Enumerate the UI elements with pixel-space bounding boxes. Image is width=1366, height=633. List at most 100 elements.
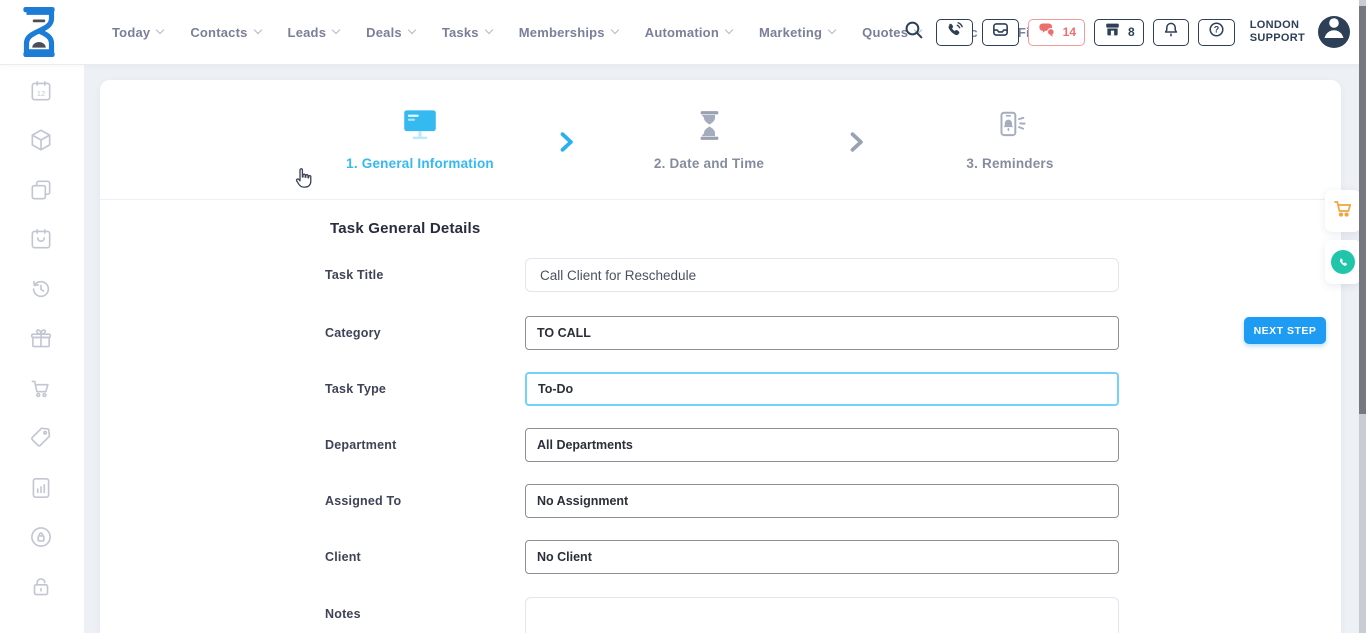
step-general-information[interactable]: 1. General Information bbox=[290, 104, 550, 171]
nav-item-today[interactable]: Today bbox=[112, 25, 163, 40]
search-icon bbox=[903, 19, 924, 45]
user-lock-icon[interactable] bbox=[28, 524, 54, 550]
avatar[interactable] bbox=[1318, 16, 1350, 48]
nav-label: Contacts bbox=[190, 25, 247, 40]
step-date-and-time[interactable]: 2. Date and Time bbox=[579, 104, 839, 171]
lock-icon[interactable] bbox=[28, 574, 54, 600]
chevron-down-icon bbox=[828, 26, 836, 34]
chevron-down-icon bbox=[408, 26, 416, 34]
chevron-down-icon bbox=[725, 26, 733, 34]
calendar-icon[interactable]: 12 bbox=[28, 78, 54, 104]
scrollbar-track[interactable] bbox=[1359, 0, 1366, 633]
app-logo[interactable] bbox=[16, 7, 62, 57]
notes-label: Notes bbox=[325, 597, 515, 631]
nav-label: Leads bbox=[288, 25, 327, 40]
monitor-icon bbox=[290, 104, 550, 146]
nav-item-contacts[interactable]: Contacts bbox=[190, 25, 260, 40]
search-button[interactable] bbox=[901, 19, 927, 45]
form-row-task-type: Task Type bbox=[100, 372, 1341, 406]
calls-button[interactable] bbox=[936, 19, 973, 46]
shop-count-badge: 8 bbox=[1128, 25, 1135, 39]
cart-icon bbox=[1332, 198, 1354, 225]
history-icon[interactable] bbox=[28, 276, 54, 302]
nav-item-tasks[interactable]: Tasks bbox=[442, 25, 492, 40]
assigned-to-select[interactable] bbox=[525, 484, 1119, 518]
nav-label: Tasks bbox=[442, 25, 479, 40]
inbox-button[interactable] bbox=[982, 19, 1019, 46]
chat-button[interactable]: 14 bbox=[1028, 19, 1085, 46]
account-name[interactable]: LONDON SUPPORT bbox=[1250, 19, 1305, 45]
task-type-select[interactable] bbox=[525, 372, 1119, 406]
task-wizard-card: 1. General Information 2. Date and Time bbox=[100, 80, 1341, 633]
form-row-assigned-to: Assigned To bbox=[100, 484, 1341, 518]
department-select[interactable] bbox=[525, 428, 1119, 462]
shop-button[interactable]: 8 bbox=[1094, 19, 1144, 46]
scrollbar-thumb[interactable] bbox=[1359, 6, 1366, 414]
next-step-button[interactable]: NEXT STEP bbox=[1244, 317, 1326, 344]
chevron-down-icon bbox=[332, 26, 340, 34]
notes-textarea[interactable] bbox=[525, 597, 1119, 633]
inbox-icon bbox=[991, 20, 1010, 44]
phone-volume-icon bbox=[945, 20, 964, 44]
calendar-task-icon[interactable] bbox=[28, 226, 54, 252]
category-select[interactable] bbox=[525, 316, 1119, 350]
notifications-button[interactable] bbox=[1153, 19, 1189, 46]
department-label: Department bbox=[325, 428, 515, 462]
svg-text:12: 12 bbox=[37, 89, 45, 98]
report-icon[interactable] bbox=[28, 475, 54, 501]
price-tag-icon[interactable] bbox=[28, 425, 54, 451]
topbar: Today Contacts Leads Deals Tasks Members… bbox=[0, 0, 1366, 64]
account-name-line2: SUPPORT bbox=[1250, 32, 1305, 45]
category-label: Category bbox=[325, 316, 515, 350]
nav-item-memberships[interactable]: Memberships bbox=[519, 25, 618, 40]
client-select[interactable] bbox=[525, 540, 1119, 574]
nav-label: Deals bbox=[366, 25, 402, 40]
chevron-right-icon bbox=[850, 132, 864, 157]
task-title-label: Task Title bbox=[325, 258, 515, 292]
package-icon[interactable] bbox=[28, 127, 54, 153]
user-icon bbox=[1318, 16, 1350, 48]
phone-float-button[interactable] bbox=[1325, 240, 1361, 284]
form-row-notes: Notes bbox=[100, 597, 1341, 631]
svg-text:?: ? bbox=[1213, 25, 1219, 35]
topbar-actions: 14 8 bbox=[901, 0, 1350, 64]
chevron-down-icon bbox=[484, 26, 492, 34]
bell-icon bbox=[1162, 20, 1180, 44]
copy-icon[interactable] bbox=[28, 177, 54, 203]
nav-item-leads[interactable]: Leads bbox=[288, 25, 340, 40]
chat-count-badge: 14 bbox=[1063, 25, 1076, 39]
account-name-line1: LONDON bbox=[1250, 19, 1305, 32]
client-label: Client bbox=[325, 540, 515, 574]
help-button[interactable]: ? bbox=[1198, 19, 1235, 46]
nav-label: Today bbox=[112, 25, 150, 40]
nav-item-deals[interactable]: Deals bbox=[366, 25, 415, 40]
task-title-input[interactable] bbox=[525, 258, 1119, 292]
form-row-category: Category bbox=[100, 316, 1341, 350]
left-sidebar: 12 bbox=[0, 64, 84, 633]
nav-label: Automation bbox=[645, 25, 719, 40]
hourglass-logo-icon bbox=[16, 44, 62, 61]
chevron-right-icon bbox=[560, 132, 574, 157]
step-label: 3. Reminders bbox=[880, 156, 1140, 171]
assigned-to-label: Assigned To bbox=[325, 484, 515, 518]
step-reminders[interactable]: 3. Reminders bbox=[880, 104, 1140, 171]
shop-icon bbox=[1103, 20, 1122, 44]
phone-icon bbox=[1331, 250, 1355, 274]
hourglass-icon bbox=[579, 104, 839, 146]
nav-label: Marketing bbox=[759, 25, 822, 40]
task-type-label: Task Type bbox=[325, 372, 515, 406]
chevron-down-icon bbox=[156, 26, 164, 34]
chat-icon bbox=[1037, 21, 1057, 44]
cart-float-button[interactable] bbox=[1325, 190, 1361, 232]
help-icon: ? bbox=[1207, 20, 1226, 44]
cart-icon[interactable] bbox=[28, 376, 54, 402]
form-row-department: Department bbox=[100, 428, 1341, 462]
nav-item-automation[interactable]: Automation bbox=[645, 25, 732, 40]
nav-item-marketing[interactable]: Marketing bbox=[759, 25, 835, 40]
gift-icon[interactable] bbox=[28, 326, 54, 352]
step-label: 2. Date and Time bbox=[579, 156, 839, 171]
chevron-down-icon bbox=[611, 26, 619, 34]
form-row-task-title: Task Title bbox=[100, 258, 1341, 292]
form-heading: Task General Details bbox=[330, 220, 480, 237]
reminder-icon bbox=[880, 104, 1140, 146]
